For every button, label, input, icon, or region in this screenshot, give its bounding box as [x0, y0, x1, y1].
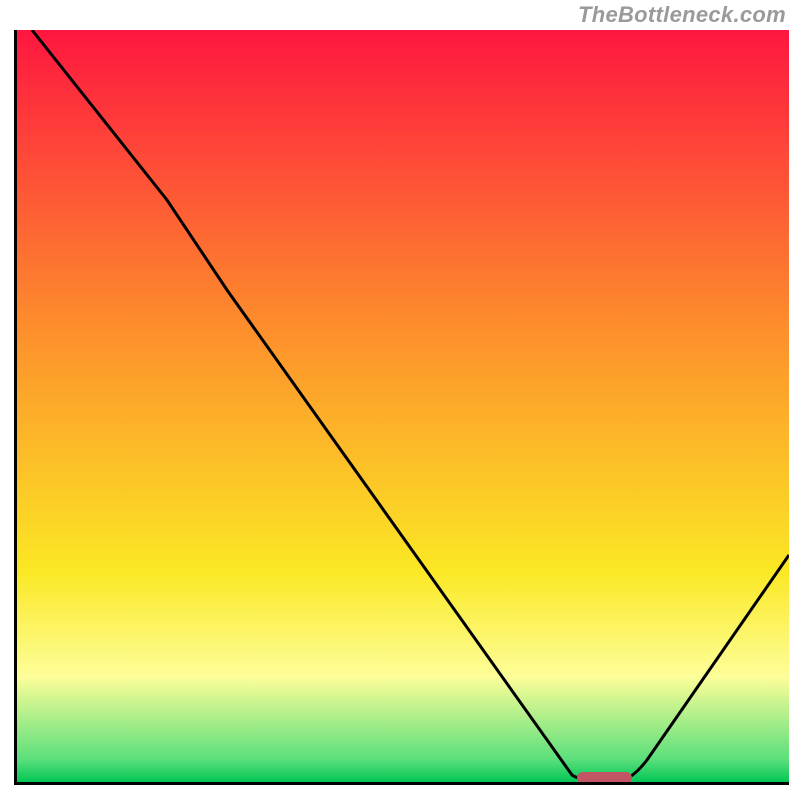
chart-plot-area: [14, 30, 789, 785]
gradient-background: [17, 30, 789, 782]
chart-svg: [17, 30, 789, 782]
optimal-range-marker: [577, 772, 632, 782]
watermark-text: TheBottleneck.com: [578, 2, 786, 28]
